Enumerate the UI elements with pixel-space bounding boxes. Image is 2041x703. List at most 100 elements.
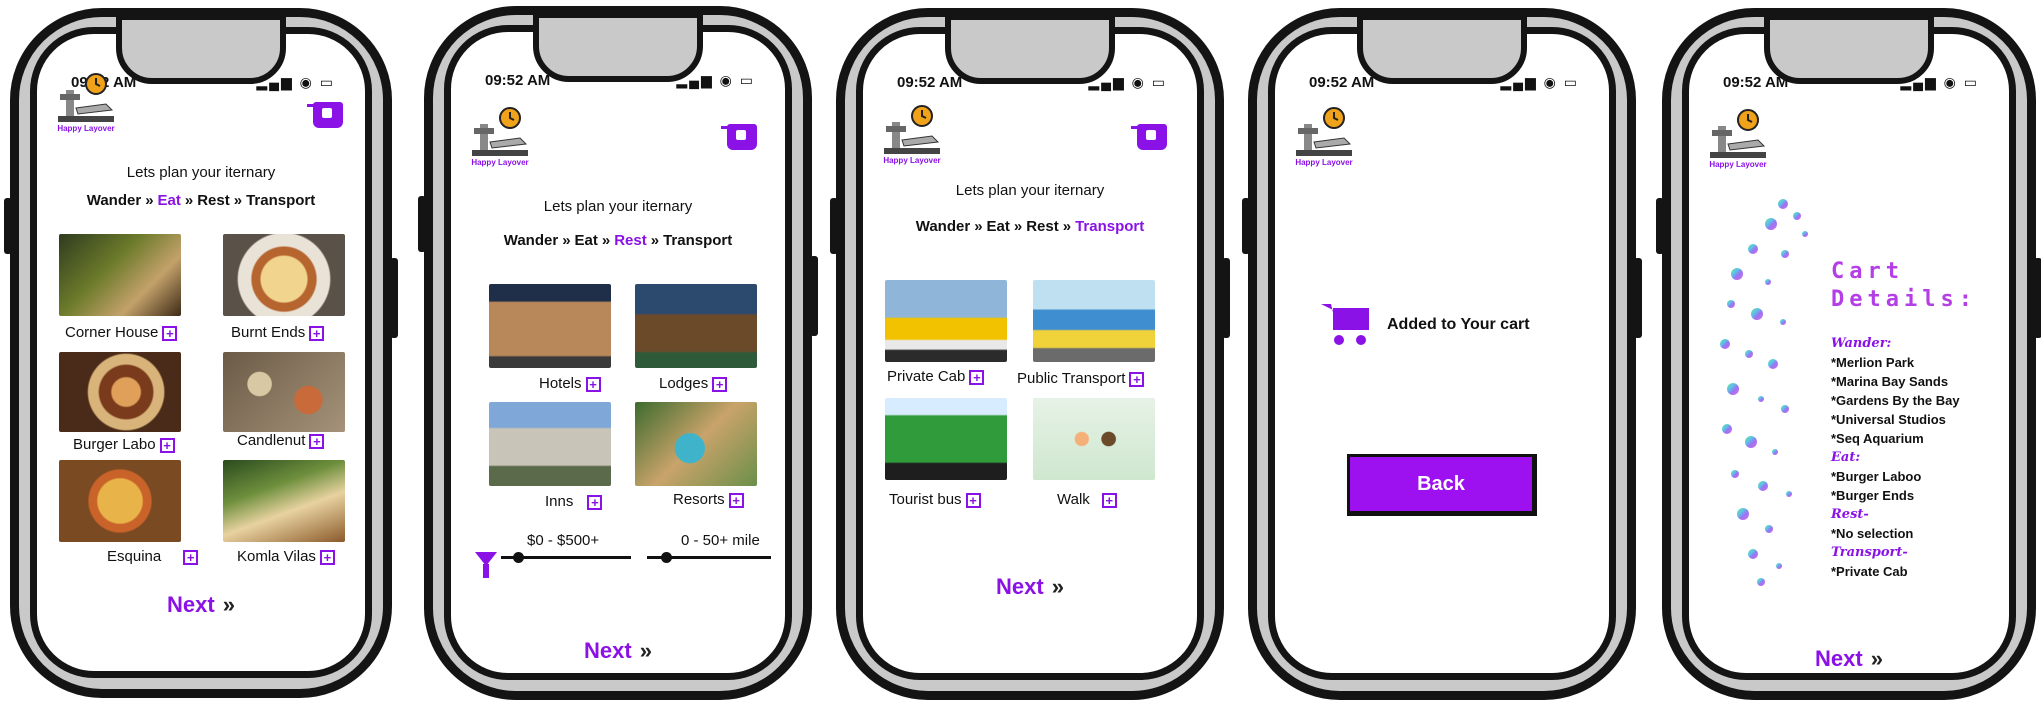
page-heading: Lets plan your iternary (543, 198, 693, 215)
item-label: Inns + (545, 493, 603, 510)
restaurant-image[interactable] (223, 234, 345, 316)
cart-details: Wander: *Merlion Park *Marina Bay Sands … (1831, 334, 1960, 581)
lodging-image[interactable] (489, 284, 611, 368)
step-nav: Wander» Eat» Rest» Transport (863, 218, 1197, 235)
restaurant-image[interactable] (223, 352, 345, 432)
cart-section-eat: Eat: (1831, 450, 1861, 465)
app-logo: Happy Layover (1287, 106, 1361, 167)
cart-item: *Burger Ends (1831, 488, 1915, 503)
add-button[interactable]: + (162, 325, 178, 341)
cart-section-wander: Wander: (1831, 336, 1892, 351)
phone-notch (533, 12, 703, 82)
cart-section-rest: Rest- (1831, 507, 1869, 522)
cart-item: *Marina Bay Sands (1831, 374, 1949, 389)
phone-notch (1764, 14, 1934, 84)
phone-notch (116, 14, 286, 84)
item-label: Walk + (1057, 491, 1117, 508)
add-button[interactable]: + (1129, 371, 1145, 387)
step-wander[interactable]: Wander (504, 232, 558, 249)
chevron-right-icon: » (1870, 646, 1883, 671)
phone-cart: 09:52 AM ▂▄▆ ◉ ▭ Happy Layover Cart Deta… (1656, 8, 2041, 700)
screen: 09:52 AM ▂▄▆ ◉ ▭ Happy Layover Added to … (1268, 27, 1616, 680)
lodging-image[interactable] (635, 402, 757, 486)
chevron-right-icon: » (639, 638, 652, 663)
step-nav: Wander» Eat» Rest» Transport (451, 232, 785, 249)
cart-item: *Universal Studios (1831, 412, 1946, 427)
app-logo: Happy Layover (875, 104, 949, 165)
step-wander[interactable]: Wander (916, 218, 970, 235)
step-rest[interactable]: Rest (197, 192, 230, 209)
chevron-right-icon: » (650, 232, 660, 249)
phone-notch (1357, 14, 1527, 84)
transport-image[interactable] (1033, 398, 1155, 480)
cart-section-transport: Transport- (1831, 545, 1908, 560)
screen: 09:52 AM ▂▄▆ ◉ ▭ Happy Layover Lets plan… (444, 25, 792, 680)
app-logo: Happy Layover (49, 72, 123, 133)
page-heading: Lets plan your iternary (955, 182, 1105, 199)
screen: 09:52 AM ▂▄▆ ◉ ▭ Happy Layover Cart Deta… (1682, 27, 2016, 680)
item-label: Corner House + (65, 324, 178, 341)
item-label: Esquina + (107, 548, 199, 565)
add-button[interactable]: + (309, 325, 325, 341)
cart-icon[interactable] (307, 102, 343, 128)
step-transport[interactable]: Transport (663, 232, 732, 249)
restaurant-image[interactable] (59, 460, 181, 542)
step-eat[interactable]: Eat (575, 232, 598, 249)
transport-image[interactable] (1033, 280, 1155, 362)
decorative-splash (1720, 199, 1808, 586)
cart-icon[interactable] (721, 124, 757, 150)
add-button[interactable]: + (319, 549, 335, 565)
cart-item: *No selection (1831, 526, 1914, 541)
step-nav: Wander» Eat» Rest» Transport (37, 192, 365, 209)
add-button[interactable]: + (587, 494, 603, 510)
add-button[interactable]: + (1101, 492, 1117, 508)
restaurant-image[interactable] (223, 460, 345, 542)
cart-icon (1321, 304, 1369, 345)
add-button[interactable]: + (728, 492, 744, 508)
logo-text: Happy Layover (57, 124, 115, 133)
price-slider-handle[interactable] (513, 552, 524, 563)
status-time: 09:52 AM (897, 74, 963, 91)
transport-image[interactable] (885, 398, 1007, 480)
price-range-label: $0 - $500+ (527, 532, 600, 549)
phone-notch (945, 14, 1115, 84)
cart-item: *Seq Aquarium (1831, 431, 1924, 446)
step-transport[interactable]: Transport (1075, 218, 1144, 235)
cart-item: *Burger Laboo (1831, 469, 1922, 484)
step-transport[interactable]: Transport (246, 192, 315, 209)
restaurant-image[interactable] (59, 234, 181, 316)
logo-text: Happy Layover (883, 156, 941, 165)
back-button[interactable]: Back (1347, 454, 1537, 516)
step-eat[interactable]: Eat (987, 218, 1010, 235)
chevron-right-icon: » (562, 232, 571, 249)
chevron-right-icon: » (1062, 218, 1072, 235)
add-button[interactable]: + (159, 437, 175, 453)
next-button[interactable]: Next» (863, 574, 1197, 600)
step-eat[interactable]: Eat (158, 192, 181, 209)
item-label: Lodges + (659, 375, 728, 392)
lodging-image[interactable] (635, 284, 757, 368)
add-button[interactable]: + (183, 549, 199, 565)
filter-icon[interactable] (475, 552, 497, 578)
item-label: Burger Labo + (73, 436, 175, 453)
add-button[interactable]: + (712, 376, 728, 392)
next-button[interactable]: Next» (37, 592, 365, 618)
step-rest[interactable]: Rest (1026, 218, 1059, 235)
add-button[interactable]: + (309, 433, 325, 449)
add-button[interactable]: + (969, 369, 985, 385)
item-label: Public Transport + (1017, 370, 1145, 387)
lodging-image[interactable] (489, 402, 611, 486)
transport-image[interactable] (885, 280, 1007, 362)
next-button[interactable]: Next» (451, 638, 785, 664)
step-rest[interactable]: Rest (614, 232, 647, 249)
add-button[interactable]: + (585, 376, 601, 392)
restaurant-image[interactable] (59, 352, 181, 432)
next-button[interactable]: Next» (1689, 646, 2009, 672)
cart-icon[interactable] (1131, 124, 1167, 150)
cart-item: *Merlion Park (1831, 355, 1915, 370)
distance-slider-handle[interactable] (661, 552, 672, 563)
add-button[interactable]: + (965, 492, 981, 508)
cart-title: Cart Details: (1831, 259, 1977, 312)
step-wander[interactable]: Wander (87, 192, 141, 209)
logo-text: Happy Layover (1295, 158, 1353, 167)
